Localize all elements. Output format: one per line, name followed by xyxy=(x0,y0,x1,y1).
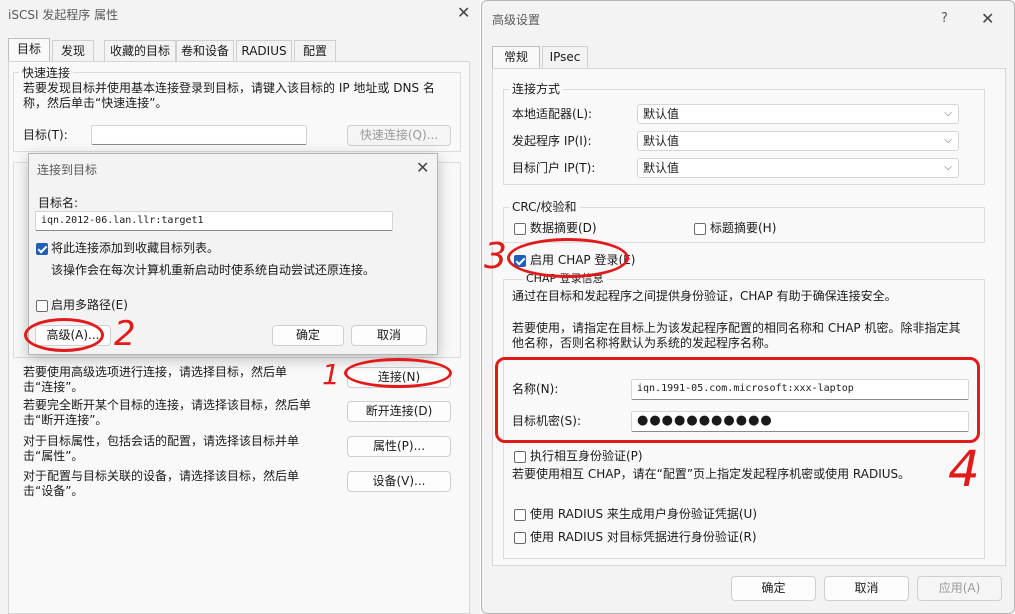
close-icon[interactable]: ✕ xyxy=(416,160,429,176)
cancel-button[interactable]: 取消 xyxy=(351,325,427,346)
radius-authenticate-label: 使用 RADIUS 对目标凭据进行身份验证(R) xyxy=(530,530,757,544)
quick-connect-label: 快速连接 xyxy=(19,64,74,81)
tab-targets[interactable]: 目标 xyxy=(8,38,50,62)
annotation-box-credentials xyxy=(495,357,980,443)
header-digest-checkbox[interactable] xyxy=(694,223,706,235)
annotation-number-1: 1 xyxy=(322,358,340,391)
multipath-label: 启用多路径(E) xyxy=(51,298,128,312)
data-digest-checkbox[interactable] xyxy=(514,223,526,235)
add-favorites-label: 将此连接添加到收藏目标列表。 xyxy=(51,241,220,255)
radius-generate-checkbox[interactable] xyxy=(514,509,526,521)
quick-target-input[interactable] xyxy=(91,125,307,145)
annotation-number-3: 3 xyxy=(484,236,507,277)
add-favorites-note: 该操作会在每次计算机重新启动时使系统自动尝试还原连接。 xyxy=(51,263,376,277)
local-adapter-value: 默认值 xyxy=(643,107,680,121)
chevron-down-icon: ⌵ xyxy=(944,135,952,146)
radius-generate-label: 使用 RADIUS 来生成用户身份验证凭据(U) xyxy=(530,507,758,521)
quick-connect-button[interactable]: 快速连接(Q)... xyxy=(347,125,451,146)
close-icon[interactable]: ✕ xyxy=(981,11,994,27)
tab-favorites[interactable]: 收藏的目标 xyxy=(104,40,176,62)
radius-authenticate-checkbox[interactable] xyxy=(514,532,526,544)
header-digest-label: 标题摘要(H) xyxy=(710,221,777,235)
mutual-auth-checkbox[interactable] xyxy=(514,451,526,463)
annotation-number-4: 4 xyxy=(948,440,980,498)
chevron-down-icon: ⌵ xyxy=(944,162,952,173)
quick-connect-description: 若要发现目标并使用基本连接登录到目标，请键入该目标的 IP 地址或 DNS 名称… xyxy=(23,81,435,110)
tab-config[interactable]: 配置 xyxy=(294,40,336,62)
tab-discovery[interactable]: 发现 xyxy=(52,40,94,62)
disconnect-button[interactable]: 断开连接(D) xyxy=(347,401,451,422)
chap-description-2: 若要使用，请指定在目标上为该发起程序配置的相同名称和 CHAP 机密。除非指定其… xyxy=(512,321,961,350)
chevron-down-icon: ⌵ xyxy=(944,108,952,119)
crc-group-label: CRC/校验和 xyxy=(509,198,580,215)
mutual-auth-label: 执行相互身份验证(P) xyxy=(530,449,643,463)
ok-button[interactable]: 确定 xyxy=(272,325,344,346)
target-portal-ip-value: 默认值 xyxy=(643,161,680,175)
target-portal-ip-label: 目标门户 IP(T): xyxy=(512,161,596,175)
devices-button[interactable]: 设备(V)... xyxy=(347,471,451,492)
tab-volumes[interactable]: 卷和设备 xyxy=(176,40,234,62)
disconnect-description: 若要完全断开某个目标的连接，请选择该目标，然后单击“断开连接”。 xyxy=(23,398,312,427)
window-title: iSCSI 发起程序 属性 xyxy=(8,8,119,22)
chap-description-1: 通过在目标和发起程序之间提供身份验证，CHAP 有助于确保连接安全。 xyxy=(512,289,897,303)
multipath-checkbox[interactable] xyxy=(36,300,48,312)
mutual-auth-note: 若要使用相互 CHAP，请在“配置”页上指定发起程序机密或使用 RADIUS。 xyxy=(512,467,911,481)
apply-button[interactable]: 应用(A) xyxy=(917,576,1002,601)
connection-group-label: 连接方式 xyxy=(509,80,564,97)
tab-radius[interactable]: RADIUS xyxy=(236,40,292,62)
advanced-settings-window: 高级设置 ? ✕ 常规 IPsec 连接方式 本地适配器(L): 默认值 ⌵ 发… xyxy=(481,0,1015,614)
add-favorites-checkbox[interactable] xyxy=(36,243,48,255)
annotation-number-2: 2 xyxy=(114,314,136,354)
annotation-circle-chap xyxy=(507,238,629,278)
cancel-button[interactable]: 取消 xyxy=(824,576,909,601)
target-portal-ip-select[interactable]: 默认值 ⌵ xyxy=(637,158,959,178)
annotation-circle-connect xyxy=(344,358,452,388)
annotation-circle-advanced xyxy=(24,318,104,352)
target-name-label: 目标名: xyxy=(38,196,79,210)
tab-strip: 目标 发现 收藏的目标 卷和设备 RADIUS 配置 xyxy=(8,38,468,62)
devices-description: 对于配置与目标关联的设备，请选择该目标，然后单击“设备”。 xyxy=(23,469,300,498)
general-panel: 连接方式 本地适配器(L): 默认值 ⌵ 发起程序 IP(I): 默认值 ⌵ 目… xyxy=(492,68,1006,566)
help-icon[interactable]: ? xyxy=(941,11,948,26)
initiator-ip-value: 默认值 xyxy=(643,134,680,148)
data-digest-label: 数据摘要(D) xyxy=(530,221,597,235)
ok-button[interactable]: 确定 xyxy=(731,576,816,601)
properties-button[interactable]: 属性(P)... xyxy=(347,436,451,457)
tab-ipsec[interactable]: IPsec xyxy=(542,46,588,68)
local-adapter-label: 本地适配器(L): xyxy=(512,107,593,121)
local-adapter-select[interactable]: 默认值 ⌵ xyxy=(637,104,959,124)
target-label: 目标(T): xyxy=(23,128,68,142)
window-title: 高级设置 xyxy=(492,13,541,27)
initiator-ip-select[interactable]: 默认值 ⌵ xyxy=(637,131,959,151)
initiator-ip-label: 发起程序 IP(I): xyxy=(512,134,592,148)
dialog-title: 连接到目标 xyxy=(37,163,98,177)
tab-general[interactable]: 常规 xyxy=(492,46,540,70)
close-icon[interactable]: ✕ xyxy=(457,5,470,21)
connect-description: 若要使用高级选项进行连接，请选择目标，然后单击“连接”。 xyxy=(23,365,288,394)
target-name-field[interactable]: iqn.2012-06.lan.llr:target1 xyxy=(35,211,393,231)
properties-description: 对于目标属性，包括会话的配置，请选择该目标并单击“属性”。 xyxy=(23,434,300,463)
